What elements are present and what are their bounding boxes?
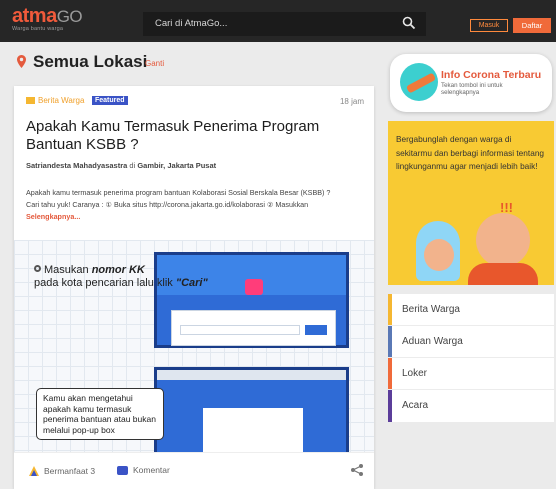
- menu-item-berita-warga[interactable]: Berita Warga: [388, 294, 554, 326]
- featured-badge: Featured: [92, 96, 128, 105]
- step1-prefix: Masukan: [44, 264, 92, 276]
- bullet-icon: [34, 265, 41, 272]
- search-icon[interactable]: [402, 16, 416, 30]
- step1-bold: nomor KK: [91, 264, 145, 276]
- image-step-1: Masukan nomor KK pada kota pencarian lal…: [34, 264, 208, 290]
- mockup-popup-box: [203, 408, 303, 452]
- post-actions: Bermanfaat 3 Komentar: [14, 452, 374, 489]
- post-image[interactable]: Masukan nomor KK pada kota pencarian lal…: [14, 240, 374, 452]
- post-card[interactable]: Berita Warga Featured 18 jam Apakah Kamu…: [14, 86, 374, 489]
- helpful-label: Bermanfaat: [44, 466, 88, 476]
- illustration-body: [468, 263, 538, 285]
- menu-color-bar: [388, 326, 392, 357]
- helpful-icon: [29, 466, 39, 476]
- post-author[interactable]: Satriandesta Mahadyasastra: [26, 161, 127, 170]
- category-menu: Berita Warga Aduan Warga Loker Acara: [388, 294, 554, 422]
- illustration-person-man: [476, 213, 530, 267]
- promo-text: Bergabunglah dengan warga di sekitarmu d…: [396, 134, 545, 171]
- post-time: 18 jam: [339, 97, 364, 106]
- step1-mid: pada kota pencarian lalu klik: [34, 277, 176, 289]
- step1-quote: "Cari": [175, 277, 208, 289]
- comment-icon: [117, 465, 128, 475]
- corona-info-button[interactable]: Info Corona Terbaru Tekan tombol ini unt…: [390, 54, 552, 112]
- image-browser-mockup-2: [154, 367, 349, 452]
- menu-item-acara[interactable]: Acara: [388, 390, 554, 422]
- login-button[interactable]: Masuk: [470, 19, 508, 32]
- top-navbar: atmaGO Warga bantu warga Cari di AtmaGo.…: [0, 0, 556, 42]
- helpful-button[interactable]: Bermanfaat 3: [28, 465, 95, 477]
- mockup-address-bar: [157, 370, 346, 380]
- menu-color-bar: [388, 390, 392, 422]
- category-icon: [26, 97, 35, 104]
- logo-suffix: GO: [56, 7, 83, 26]
- change-location-link[interactable]: Ganti: [145, 59, 164, 68]
- post-author-line: Satriandesta Mahadyasastra di Gambir, Ja…: [26, 161, 216, 170]
- virus-icon: [400, 63, 438, 101]
- post-category[interactable]: Berita Warga: [26, 96, 84, 105]
- menu-color-bar: [388, 294, 392, 325]
- logo-wordmark: atmaGO: [12, 5, 83, 27]
- mockup-search-button: [305, 325, 327, 335]
- mockup-search-field: [180, 325, 300, 335]
- atmago-logo[interactable]: atmaGO Warga bantu warga: [12, 5, 83, 33]
- location-pin-icon: [17, 55, 26, 68]
- menu-item-loker[interactable]: Loker: [388, 358, 554, 390]
- logo-main: atma: [12, 5, 57, 27]
- menu-item-label: Loker: [402, 368, 428, 379]
- excerpt-line-1: Apakah kamu termasuk penerima program ba…: [26, 188, 331, 197]
- exclamation-icon: !!!: [500, 200, 513, 215]
- share-icon[interactable]: [350, 463, 364, 477]
- menu-item-label: Acara: [402, 400, 429, 411]
- comment-label: Komentar: [133, 465, 170, 475]
- post-excerpt: Apakah kamu termasuk penerima program ba…: [26, 187, 370, 223]
- image-step-2: Kamu akan mengetahui apakah kamu termasu…: [36, 388, 164, 440]
- search-placeholder: Cari di AtmaGo...: [155, 18, 228, 29]
- logo-tagline: Warga bantu warga: [12, 26, 64, 32]
- register-button[interactable]: Daftar: [513, 18, 551, 33]
- image-search-dialog: [171, 310, 336, 346]
- heart-icon: [245, 279, 263, 295]
- excerpt-line-2: Cari tahu yuk! Caranya : ① Buka situs ht…: [26, 200, 309, 209]
- post-title[interactable]: Apakah Kamu Termasuk Penerima Program Ba…: [26, 118, 366, 154]
- location-title: Semua Lokasi: [33, 52, 148, 71]
- illustration-face: [424, 239, 454, 271]
- read-more-link[interactable]: Selengkapnya...: [26, 211, 370, 223]
- menu-color-bar: [388, 358, 392, 389]
- join-community-banner[interactable]: Bergabunglah dengan warga di sekitarmu d…: [388, 121, 554, 285]
- corona-info-title: Info Corona Terbaru: [441, 69, 542, 81]
- author-separator: di: [129, 161, 136, 170]
- corona-info-subtitle: Tekan tombol ini untuk selengkapnya: [441, 82, 503, 96]
- post-category-label: Berita Warga: [38, 96, 85, 105]
- search-input[interactable]: Cari di AtmaGo...: [143, 12, 426, 36]
- menu-item-aduan-warga[interactable]: Aduan Warga: [388, 326, 554, 358]
- helpful-count: 3: [90, 466, 96, 476]
- comment-button[interactable]: Komentar: [117, 465, 170, 475]
- post-place[interactable]: Gambir, Jakarta Pusat: [137, 161, 216, 170]
- menu-item-label: Aduan Warga: [402, 336, 463, 347]
- menu-item-label: Berita Warga: [402, 304, 460, 315]
